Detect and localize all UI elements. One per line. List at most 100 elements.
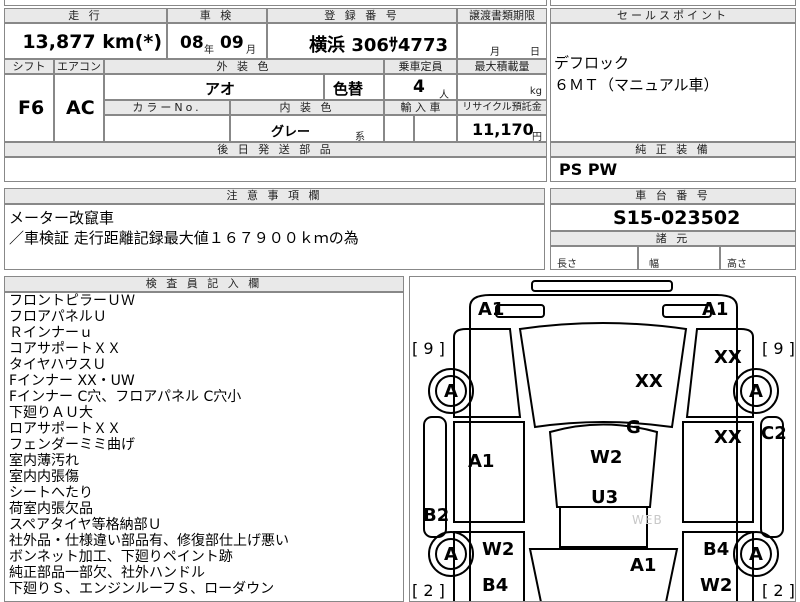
- transfer-cell: 月 日: [457, 23, 547, 59]
- color-no-cell: [104, 115, 230, 142]
- notes-header: 注 意 事 項 欄: [4, 188, 545, 204]
- remark-12: 室内内張傷: [9, 469, 79, 485]
- sales-point-2: ６ＭＴ（マニュアル車）: [554, 76, 719, 94]
- diag-label-19: B4: [703, 539, 730, 560]
- mileage-cell: 13,877 km(*): [4, 23, 167, 59]
- remark-19: 下廻りＳ、エンジンルーフＳ、ローダウン: [9, 581, 275, 597]
- diag-label-2: A1: [702, 299, 729, 320]
- length-cell: 長さ: [550, 246, 638, 270]
- note-2: ／車検証 走行距離記録最大値１６７９００ｋｍの為: [9, 229, 359, 247]
- diag-label-12: A1: [468, 451, 495, 472]
- mileage-value: 13,877 km(*): [22, 31, 162, 53]
- delivery-parts-cell: [4, 157, 547, 182]
- diag-label-21: B4: [482, 575, 509, 596]
- remark-15: スペアタイヤ等格納部Ｕ: [9, 517, 162, 533]
- remark-13: シートへたり: [9, 485, 93, 501]
- diag-label-4: [ 9 ]: [762, 339, 795, 358]
- import-cell-2: [414, 115, 457, 142]
- inspector-header: 検 査 員 記 入 欄: [4, 276, 404, 292]
- diag-label-9: G: [626, 417, 641, 438]
- remark-11: 室内薄汚れ: [9, 453, 79, 469]
- damage-diagram: WEB A1 A1 [ 9 ] [ 9 ] XX A A XX G XX C2 …: [409, 276, 796, 602]
- top-clipped-row-right: [550, 0, 796, 6]
- interior-color-suffix: 系: [355, 132, 365, 143]
- sales-point-1: デフロック: [554, 54, 630, 72]
- transfer-month-unit: 月: [490, 47, 500, 58]
- registration-cell: 横浜 306ｻ4773: [267, 23, 457, 59]
- diag-label-5: XX: [714, 347, 742, 368]
- diag-label-16: W2: [482, 539, 515, 560]
- diag-label-18: A: [749, 544, 763, 565]
- color-change-value: 色替: [333, 80, 364, 98]
- chassis-value: S15-023502: [613, 207, 741, 229]
- height-cell: 高さ: [720, 246, 796, 270]
- aircon-header: エアコン: [54, 59, 104, 74]
- sales-point-cell: デフロック ６ＭＴ（マニュアル車）: [550, 23, 796, 142]
- remark-1: フロントピラーＵＷ: [9, 293, 135, 309]
- delivery-parts-header: 後 日 発 送 部 品: [4, 142, 547, 157]
- diag-label-24: [ 2 ]: [762, 581, 795, 600]
- genuine-equipment-header: 純 正 装 備: [550, 142, 796, 157]
- remark-17: ボンネット加工、下廻りペイント跡: [9, 549, 233, 565]
- inspection-cell: 08 年 09 月: [167, 23, 267, 59]
- width-label: 幅: [649, 259, 659, 270]
- diag-label-10: XX: [714, 427, 742, 448]
- dimensions-header: 諸 元: [550, 231, 796, 246]
- inspector-remarks: フロントピラーＵＷ フロアパネルＵ Ｒインナーｕ コアサポートＸＸ タイヤハウス…: [4, 292, 404, 602]
- diag-label-13: W2: [590, 447, 623, 468]
- inspection-year: 08: [180, 33, 204, 53]
- inspection-month-unit: 月: [246, 45, 256, 56]
- max-load-cell: kg: [457, 74, 547, 100]
- remark-7: Fインナー C穴、フロアパネル C穴小: [9, 389, 242, 405]
- remark-10: フェンダーミミ曲げ: [9, 437, 135, 453]
- recycle-unit: 円: [532, 132, 542, 143]
- remark-8: 下廻りＡＵ大: [9, 405, 93, 421]
- capacity-cell: 4 人: [384, 74, 457, 101]
- top-clipped-row: [4, 0, 547, 6]
- shift-value: F6: [18, 97, 45, 119]
- diag-label-22: W2: [700, 575, 733, 596]
- notes-cell: メーター改竄車 ／車検証 走行距離記録最大値１６７９００ｋｍの為: [4, 204, 545, 270]
- max-load-unit: kg: [529, 86, 542, 97]
- color-change-cell: 色替: [324, 74, 384, 100]
- chassis-cell: S15-023502: [550, 204, 796, 231]
- capacity-unit: 人: [439, 90, 449, 101]
- shift-header: シフト: [4, 59, 54, 74]
- capacity-header: 乗車定員: [384, 59, 457, 74]
- remark-14: 荷室内張欠品: [9, 501, 93, 517]
- interior-color-value: グレー: [271, 125, 311, 140]
- remark-2: フロアパネルＵ: [9, 309, 107, 325]
- remark-4: コアサポートＸＸ: [9, 341, 121, 357]
- remark-18: 純正部品一部欠、社外ハンドル: [9, 565, 205, 581]
- remark-16: 社外品・仕様違い部品有、修復部仕上げ悪い: [9, 533, 289, 549]
- remark-5: タイヤハウスＵ: [9, 357, 107, 373]
- chassis-header: 車 台 番 号: [550, 188, 796, 204]
- mileage-header: 走 行: [4, 8, 167, 23]
- interior-color-header: 内 装 色: [230, 100, 384, 115]
- diag-label-6: A: [444, 381, 458, 402]
- transfer-header: 譲渡書類期限: [457, 8, 547, 23]
- diag-label-23: [ 2 ]: [412, 581, 445, 600]
- note-1: メーター改竄車: [9, 209, 115, 227]
- diag-label-7: A: [749, 381, 763, 402]
- diag-label-15: U3: [591, 487, 619, 508]
- shift-cell: F6: [4, 74, 54, 142]
- remark-6: Fインナー XX・UW: [9, 373, 135, 389]
- diag-label-20: A1: [630, 555, 657, 576]
- capacity-value: 4: [413, 77, 425, 97]
- recycle-cell: 11,170 円: [457, 115, 547, 143]
- diag-label-8: XX: [635, 371, 663, 392]
- aircon-value: AC: [66, 97, 95, 119]
- inspection-header: 車 検: [167, 8, 267, 23]
- exterior-color-header: 外 装 色: [104, 59, 384, 74]
- inspection-month: 09: [220, 33, 244, 53]
- watermark: WEB: [632, 513, 663, 527]
- height-label: 高さ: [727, 259, 747, 270]
- genuine-equipment-value: PS PW: [559, 160, 618, 179]
- exterior-color-value: アオ: [205, 80, 236, 98]
- import-cell: [384, 115, 414, 142]
- interior-color-cell: グレー 系: [230, 115, 384, 143]
- length-label: 長さ: [557, 259, 577, 270]
- aircon-cell: AC: [54, 74, 104, 142]
- diag-label-3: [ 9 ]: [412, 339, 445, 358]
